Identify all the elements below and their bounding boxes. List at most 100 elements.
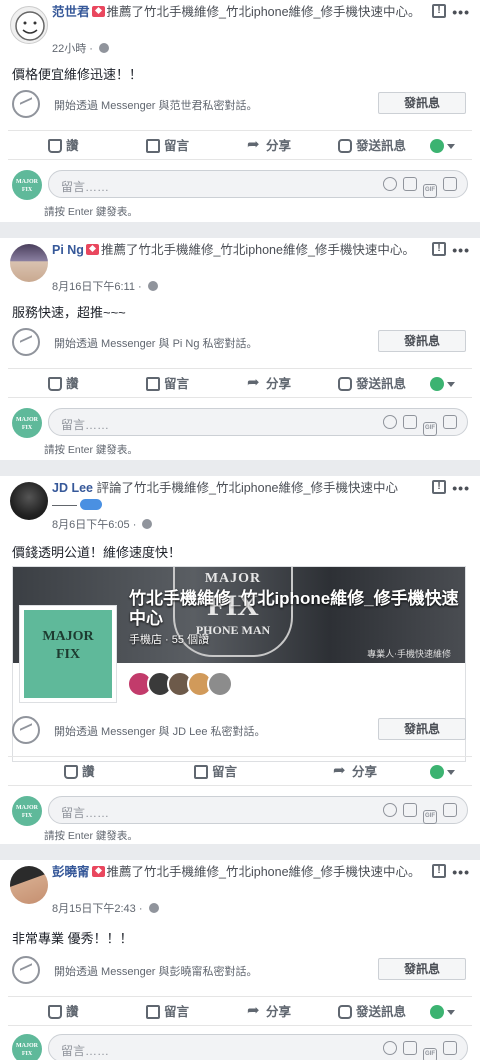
author-name[interactable]: 范世君 (52, 5, 90, 19)
thumbs-up-icon (48, 139, 62, 153)
send-message-action[interactable]: 發送訊息 (338, 375, 406, 393)
review-post-2: Pi Ng 推薦了竹北手機維修_竹北iphone維修_修手機快速中心。 8月16日… (0, 238, 480, 460)
author-name[interactable]: Pi Ng (52, 243, 84, 257)
share-button[interactable]: 分享 (247, 374, 292, 393)
share-button[interactable]: 分享 (333, 762, 377, 781)
emoji-icon[interactable] (383, 177, 397, 191)
gif-icon[interactable]: GIF (423, 810, 437, 824)
enter-hint: 請按 Enter 鍵發表。 (44, 206, 138, 218)
page-profile-picture[interactable]: MAJOR FIX (19, 605, 117, 703)
thumbs-up-icon (64, 765, 78, 779)
comment-composer: MAJOR FIX 留言…… GIF (8, 1032, 472, 1060)
comment-label: 留言 (212, 765, 238, 779)
share-label: 分享 (266, 1005, 292, 1019)
page-link[interactable]: 竹北手機維修_竹北iphone維修_修手機快速中心 (134, 481, 398, 495)
report-icon[interactable]: ! (432, 480, 446, 494)
author-name[interactable]: 彭曉甯 (52, 865, 90, 879)
like-button[interactable]: 讚 (64, 763, 95, 781)
send-message-button[interactable]: 發訊息 (378, 92, 466, 114)
emoji-icon[interactable] (383, 415, 397, 429)
avatar[interactable] (10, 6, 48, 44)
sticker-icon[interactable] (443, 415, 457, 429)
reaction-selector[interactable] (430, 376, 458, 392)
more-options-icon[interactable]: ••• (452, 242, 470, 258)
timestamp[interactable]: 22小時 (52, 43, 86, 55)
action-bar: 讚 留言 分享 發送訊息 (8, 130, 472, 160)
friend-faces (127, 671, 233, 700)
camera-icon[interactable] (403, 177, 417, 191)
reaction-selector[interactable] (430, 1004, 458, 1020)
send-message-button[interactable]: 發訊息 (378, 330, 466, 352)
timestamp[interactable]: 8月15日下午2:43 (52, 903, 136, 915)
send-message-label: 發送訊息 (356, 377, 407, 391)
comment-input[interactable]: 留言…… GIF (48, 170, 468, 198)
comment-tools: GIF (377, 415, 457, 436)
share-button[interactable]: 分享 (247, 1002, 292, 1021)
avatar-text: FIX (21, 425, 33, 431)
review-text: 非常專業 優秀！！！ (12, 931, 133, 946)
page-subtitle: 手機店 · 55 個讚 (129, 634, 210, 646)
page-avatar-icon (430, 377, 444, 391)
avatar[interactable] (10, 866, 48, 904)
report-icon[interactable]: ! (432, 242, 446, 256)
comment-button[interactable]: 留言 (146, 1003, 189, 1021)
gif-icon[interactable]: GIF (423, 184, 437, 198)
separator (0, 462, 480, 472)
send-message-button[interactable]: 發訊息 (378, 718, 466, 740)
share-label: 分享 (266, 377, 292, 391)
avatar[interactable] (10, 482, 48, 520)
sticker-icon[interactable] (443, 177, 457, 191)
send-message-action[interactable]: 發送訊息 (338, 1003, 406, 1021)
avatar[interactable] (10, 244, 48, 282)
emoji-icon[interactable] (383, 803, 397, 817)
camera-icon[interactable] (403, 1041, 417, 1055)
gif-icon[interactable]: GIF (423, 1048, 437, 1060)
emoji-icon[interactable] (383, 1041, 397, 1055)
action-bar: 讚 留言 分享 發送訊息 (8, 368, 472, 398)
comment-input[interactable]: 留言…… GIF (48, 1034, 468, 1060)
like-button[interactable]: 讚 (48, 1003, 79, 1021)
comment-tools: GIF (377, 803, 457, 824)
send-message-action[interactable]: 發送訊息 (338, 137, 406, 155)
report-icon[interactable]: ! (432, 4, 446, 18)
sticker-icon[interactable] (443, 803, 457, 817)
comment-icon (146, 377, 160, 391)
reaction-selector[interactable] (430, 138, 458, 154)
reaction-selector[interactable] (430, 764, 458, 780)
page-title[interactable]: 竹北手機維修_竹北iphone維修_修手機快速中心 (129, 589, 459, 629)
profile-text: FIX (55, 647, 81, 662)
enter-hint: 請按 Enter 鍵發表。 (44, 444, 138, 456)
author-name[interactable]: JD Lee (52, 481, 93, 495)
page-link[interactable]: 竹北手機維修_竹北iphone維修_修手機快速中心 (138, 243, 402, 257)
comment-button[interactable]: 留言 (146, 375, 189, 393)
camera-icon[interactable] (403, 803, 417, 817)
more-options-icon[interactable]: ••• (452, 4, 470, 20)
report-icon[interactable]: ! (432, 864, 446, 878)
camera-icon[interactable] (403, 415, 417, 429)
comment-button[interactable]: 留言 (146, 137, 189, 155)
timestamp[interactable]: 8月16日下午6:11 (52, 281, 135, 293)
sticker-icon[interactable] (443, 1041, 457, 1055)
more-options-icon[interactable]: ••• (452, 480, 470, 496)
comment-input[interactable]: 留言…… GIF (48, 408, 468, 436)
share-button[interactable]: 分享 (247, 136, 291, 155)
comment-icon (194, 765, 208, 779)
page-link[interactable]: 竹北手機維修_竹北iphone維修_修手機快速中心 (144, 865, 408, 879)
gif-icon[interactable]: GIF (423, 422, 437, 436)
more-options-icon[interactable]: ••• (452, 864, 470, 880)
like-button[interactable]: 讚 (48, 375, 79, 393)
comment-input[interactable]: 留言…… GIF (48, 796, 468, 824)
suffix-text: 。 (402, 243, 415, 257)
timestamp[interactable]: 8月6日下午6:05 (52, 519, 130, 531)
thumbs-up-icon (48, 377, 62, 391)
send-message-button[interactable]: 發訊息 (378, 958, 466, 980)
post-header-text: 彭曉甯 推薦了竹北手機維修_竹北iphone維修_修手機快速中心。 (52, 864, 424, 881)
comment-composer: MAJOR FIX 留言…… GIF (8, 406, 472, 442)
post-meta: 22小時 · (52, 40, 110, 56)
page-link[interactable]: 竹北手機維修_竹北iphone維修_修手機快速中心 (144, 5, 408, 19)
friend-avatar[interactable] (207, 671, 233, 697)
send-message-label: 發送訊息 (356, 139, 407, 153)
messenger-icon (12, 716, 40, 744)
like-button[interactable]: 讚 (48, 137, 79, 155)
comment-button[interactable]: 留言 (194, 763, 237, 781)
